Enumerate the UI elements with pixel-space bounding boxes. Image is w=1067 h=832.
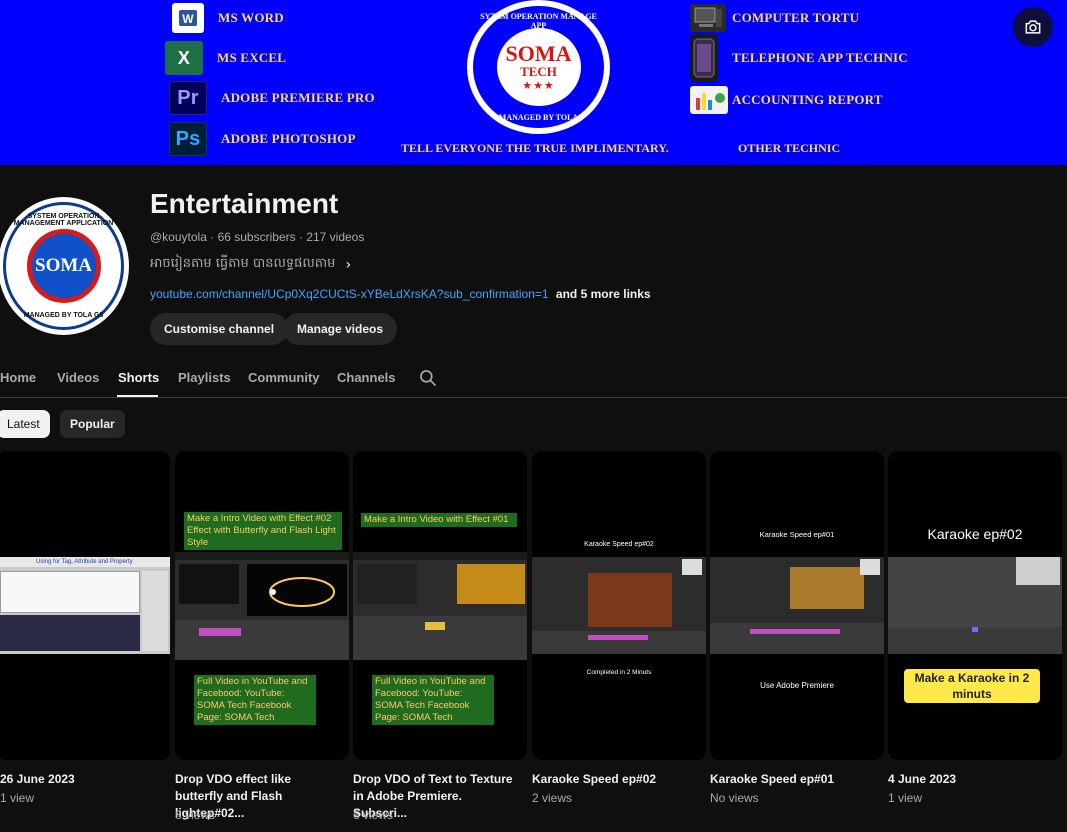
tab-channels[interactable]: Channels bbox=[337, 370, 396, 385]
chip-latest[interactable]: Latest bbox=[0, 410, 50, 438]
computer-icon bbox=[690, 4, 726, 32]
svg-text:W: W bbox=[182, 12, 194, 26]
banner-app-word: W MS WORD bbox=[172, 3, 284, 33]
channel-title: Entertainment bbox=[150, 188, 339, 219]
short-title[interactable]: 26 June 2023 bbox=[0, 771, 160, 788]
banner-app-computer: COMPUTER TORTU bbox=[690, 4, 859, 32]
short-views: 8 views bbox=[175, 808, 216, 822]
chip-popular[interactable]: Popular bbox=[60, 410, 125, 438]
short-thumbnail bbox=[888, 557, 1062, 654]
more-links[interactable]: and 5 more links bbox=[556, 287, 651, 301]
channel-avatar[interactable]: SYSTEM OPERATION MANAGEMENT APPLICATION … bbox=[0, 197, 129, 335]
short-thumbnail bbox=[710, 557, 884, 654]
banner-app-premiere: Pr ADOBE PREMIERE PRO bbox=[169, 81, 375, 115]
short-views: 1 view bbox=[0, 791, 35, 805]
short-thumbnail: Using for Tag, Attribute and Property bbox=[0, 557, 170, 654]
short-card[interactable]: Karaoke Speed ep#01 Use Adobe Premiere bbox=[710, 451, 884, 760]
manage-videos-button[interactable]: Manage videos bbox=[283, 313, 398, 345]
short-views: 6 views bbox=[353, 808, 394, 822]
ms-excel-icon: X bbox=[165, 41, 203, 75]
camera-icon bbox=[1025, 20, 1041, 34]
tab-videos[interactable]: Videos bbox=[57, 370, 99, 385]
edit-banner-button[interactable] bbox=[1013, 7, 1053, 47]
channel-handle: @kouytola bbox=[150, 230, 207, 244]
search-icon bbox=[420, 370, 437, 387]
banner-app-accounting: ACCOUNTING REPORT bbox=[690, 86, 883, 114]
banner-tagline: TELL EVERYONE THE TRUE IMPLIMENTARY. bbox=[401, 141, 669, 155]
tab-community[interactable]: Community bbox=[248, 370, 320, 385]
channel-link[interactable]: youtube.com/channel/UCp0Xq2CUCtS-xYBeLdX… bbox=[150, 287, 549, 301]
short-views: 1 view bbox=[888, 791, 923, 805]
tab-playlists[interactable]: Playlists bbox=[178, 370, 231, 385]
banner-app-excel: X MS EXCEL bbox=[165, 41, 286, 75]
banner-other-technic: OTHER TECHNIC bbox=[738, 141, 841, 155]
short-title[interactable]: Karaoke Speed ep#01 bbox=[710, 771, 870, 788]
channel-description[interactable]: អាចរៀនតាម ធ្វើតាម បានលទ្ធផលតាម › bbox=[150, 255, 351, 274]
subscriber-count: 66 subscribers bbox=[217, 230, 296, 244]
short-card[interactable]: Karaoke ep#02 Make a Karaoke in 2 minuts bbox=[888, 451, 1062, 760]
channel-banner: W MS WORD X MS EXCEL Pr ADOBE PREMIERE P… bbox=[0, 0, 1067, 165]
channel-tabs: Home Videos Shorts Playlists Community C… bbox=[0, 362, 1067, 398]
tab-shorts[interactable]: Shorts bbox=[118, 370, 159, 385]
short-thumbnail bbox=[175, 552, 349, 660]
active-tab-indicator bbox=[117, 395, 158, 397]
short-views: 2 views bbox=[532, 791, 573, 805]
channel-links: youtube.com/channel/UCp0Xq2CUCtS-xYBeLdX… bbox=[150, 287, 651, 301]
short-thumbnail bbox=[532, 557, 706, 654]
short-card[interactable]: Make a Intro Video with Effect #01 Full … bbox=[353, 451, 527, 760]
short-title[interactable]: Karaoke Speed ep#02 bbox=[532, 771, 692, 788]
tab-home[interactable]: Home bbox=[0, 370, 36, 385]
short-title[interactable]: 4 June 2023 bbox=[888, 771, 1048, 788]
chevron-right-icon: › bbox=[345, 256, 352, 273]
customise-channel-button[interactable]: Customise channel bbox=[150, 313, 289, 345]
channel-meta: @kouytola · 66 subscribers · 217 videos bbox=[150, 230, 365, 244]
banner-app-phone: TELEPHONE APP TECHNIC bbox=[690, 34, 908, 82]
phone-icon bbox=[690, 34, 718, 82]
short-card[interactable]: Using for Tag, Attribute and Property bbox=[0, 451, 170, 760]
short-views: No views bbox=[710, 791, 759, 805]
video-count: 217 videos bbox=[306, 230, 365, 244]
short-card[interactable]: Make a Intro Video with Effect #02 Effec… bbox=[175, 451, 349, 760]
banner-app-photoshop: Ps ADOBE PHOTOSHOP bbox=[169, 122, 356, 156]
soma-tech-logo: SYTEM OPERATION MANAGE APP SOMA TECH ★★★… bbox=[467, 0, 610, 134]
short-thumbnail bbox=[353, 552, 527, 660]
adobe-premiere-icon: Pr bbox=[169, 81, 207, 115]
adobe-photoshop-icon: Ps bbox=[169, 122, 207, 156]
ms-word-icon: W bbox=[172, 3, 204, 33]
channel-search-button[interactable] bbox=[418, 368, 440, 390]
accounting-icon bbox=[690, 86, 728, 114]
short-card[interactable]: Karaoke Speed ep#02 Completed in 2 Minut… bbox=[532, 451, 706, 760]
